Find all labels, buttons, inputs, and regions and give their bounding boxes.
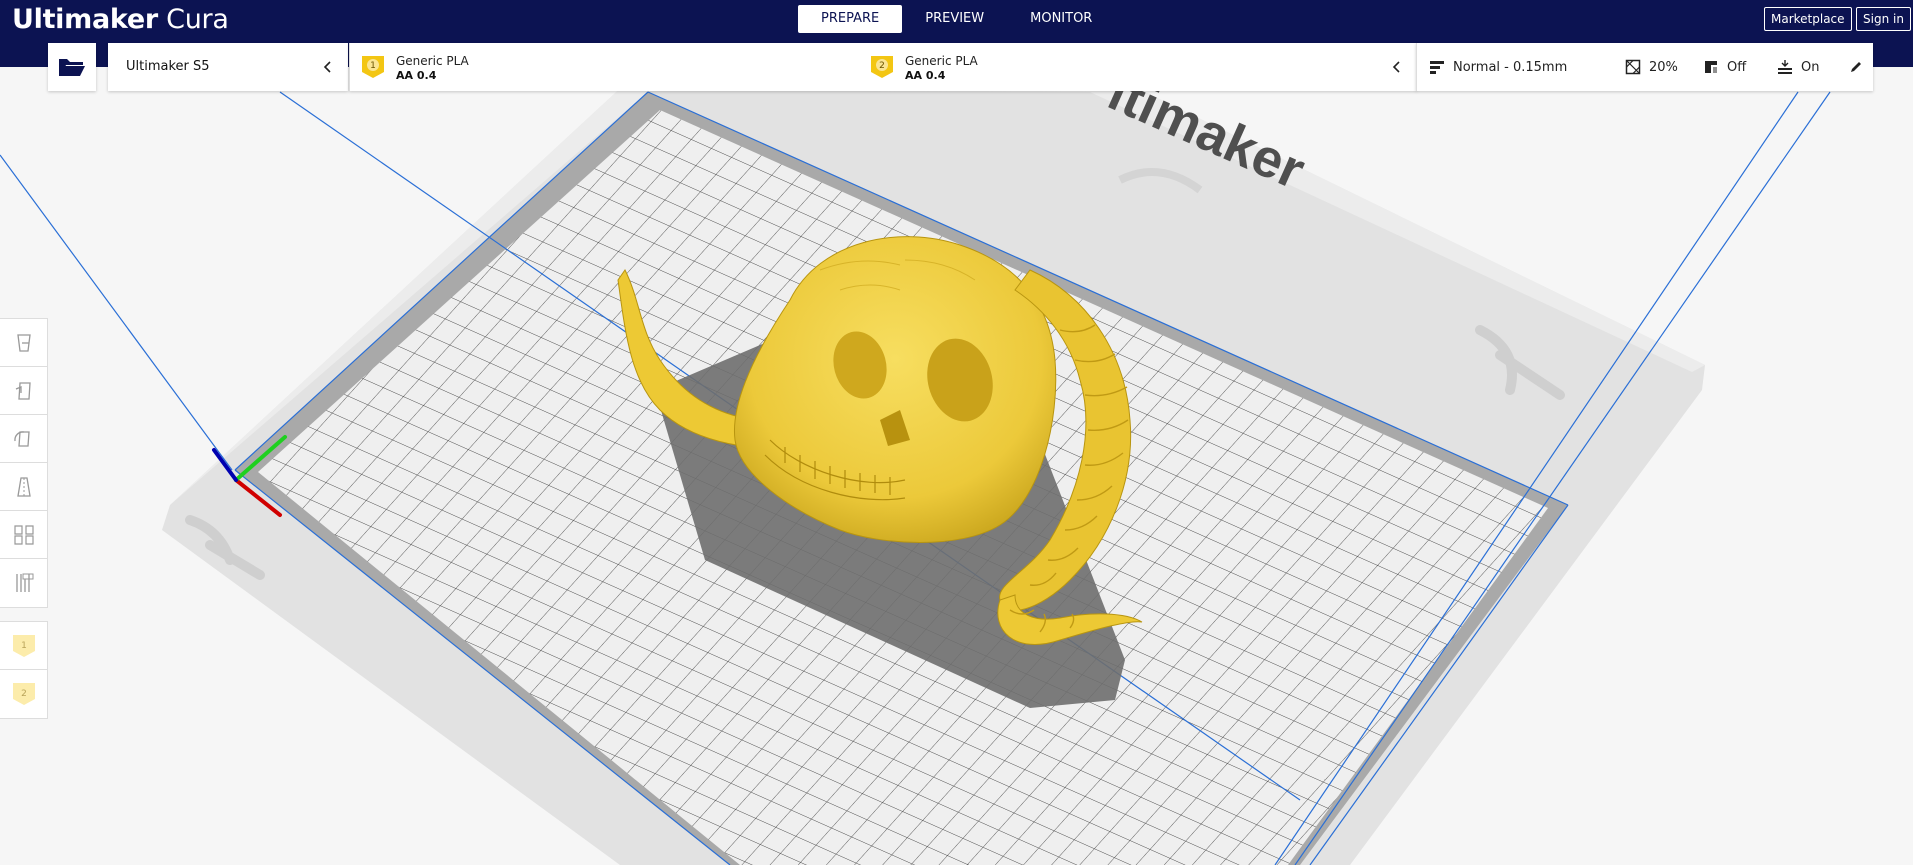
- brand-name: Ultimaker: [12, 4, 158, 35]
- scale-tool-icon: [15, 381, 31, 400]
- stage-tabs: PREPARE PREVIEW MONITOR: [798, 5, 1115, 33]
- app-logo: Ultimaker Cura: [12, 4, 229, 35]
- print-settings-selector[interactable]: Normal - 0.15mm 20% Off On: [1416, 43, 1873, 91]
- move-tool-icon: [16, 333, 31, 352]
- tab-preview[interactable]: PREVIEW: [902, 5, 1007, 33]
- profile-label: Normal - 0.15mm: [1453, 59, 1568, 75]
- per-model-settings-icon: [13, 524, 34, 545]
- mirror-tool-icon: [16, 476, 31, 497]
- build-plate-scene: ltimaker: [0, 67, 1913, 865]
- side-extruder-2-number: 2: [21, 689, 27, 699]
- tool-panel: [0, 318, 48, 608]
- rotate-tool-icon: [13, 430, 30, 447]
- profile-setting[interactable]: Normal - 0.15mm: [1429, 57, 1567, 77]
- layer-height-icon: [1430, 61, 1444, 74]
- adhesion-value: On: [1801, 59, 1820, 75]
- tab-prepare[interactable]: PREPARE: [798, 5, 903, 33]
- infill-value: 20%: [1649, 59, 1678, 75]
- printer-selector[interactable]: Ultimaker S5: [108, 43, 348, 91]
- mirror-tool[interactable]: [0, 463, 47, 511]
- support-setting[interactable]: Off: [1703, 57, 1746, 77]
- material-selector[interactable]: 1 Generic PLA AA 0.4 2 Generic PLA AA 0.…: [349, 43, 1417, 91]
- extruder-2-material: Generic PLA: [905, 54, 978, 68]
- per-model-settings-tool[interactable]: [0, 511, 47, 559]
- chevron-left-icon[interactable]: [318, 57, 338, 77]
- extruder-2-number: 2: [879, 61, 885, 71]
- adhesion-setting[interactable]: On: [1777, 57, 1819, 77]
- open-file-button[interactable]: [48, 43, 96, 91]
- side-extruder-1[interactable]: 1: [0, 622, 47, 670]
- chevron-left-icon[interactable]: [1387, 57, 1407, 77]
- printer-name: Ultimaker S5: [126, 59, 210, 74]
- side-extruder-1-number: 1: [21, 641, 27, 651]
- 3d-viewport[interactable]: ltimaker: [0, 67, 1913, 865]
- brand-product: Cura: [166, 4, 229, 35]
- side-extruder-2[interactable]: 2: [0, 670, 47, 718]
- extruder-1-icon: 1: [362, 56, 384, 78]
- pencil-icon[interactable]: [1849, 60, 1863, 74]
- extruder-1-material: Generic PLA: [396, 54, 469, 68]
- support-blocker-icon: [15, 573, 33, 592]
- rotate-tool[interactable]: [0, 415, 47, 463]
- sign-in-button[interactable]: Sign in: [1856, 7, 1911, 31]
- folder-open-icon: [59, 59, 85, 76]
- support-icon: [1705, 61, 1717, 73]
- extruder-1-icon: 1: [12, 634, 35, 657]
- extruder-selector-panel: 1 2: [0, 621, 48, 719]
- extruder-2-icon: 2: [871, 56, 893, 78]
- extruder-1-nozzle: AA 0.4: [396, 69, 437, 82]
- scale-tool[interactable]: [0, 367, 47, 415]
- infill-icon: [1625, 59, 1641, 75]
- extruder-2-icon: 2: [12, 683, 35, 705]
- extruder-1-number: 1: [370, 61, 376, 71]
- move-tool[interactable]: [0, 319, 47, 367]
- support-value: Off: [1727, 59, 1747, 75]
- adhesion-icon: [1778, 60, 1792, 74]
- marketplace-button[interactable]: Marketplace: [1764, 7, 1852, 31]
- tab-monitor[interactable]: MONITOR: [1007, 5, 1115, 33]
- extruder-2-nozzle: AA 0.4: [905, 69, 946, 82]
- support-blocker-tool[interactable]: [0, 559, 47, 607]
- infill-setting[interactable]: 20%: [1625, 57, 1678, 77]
